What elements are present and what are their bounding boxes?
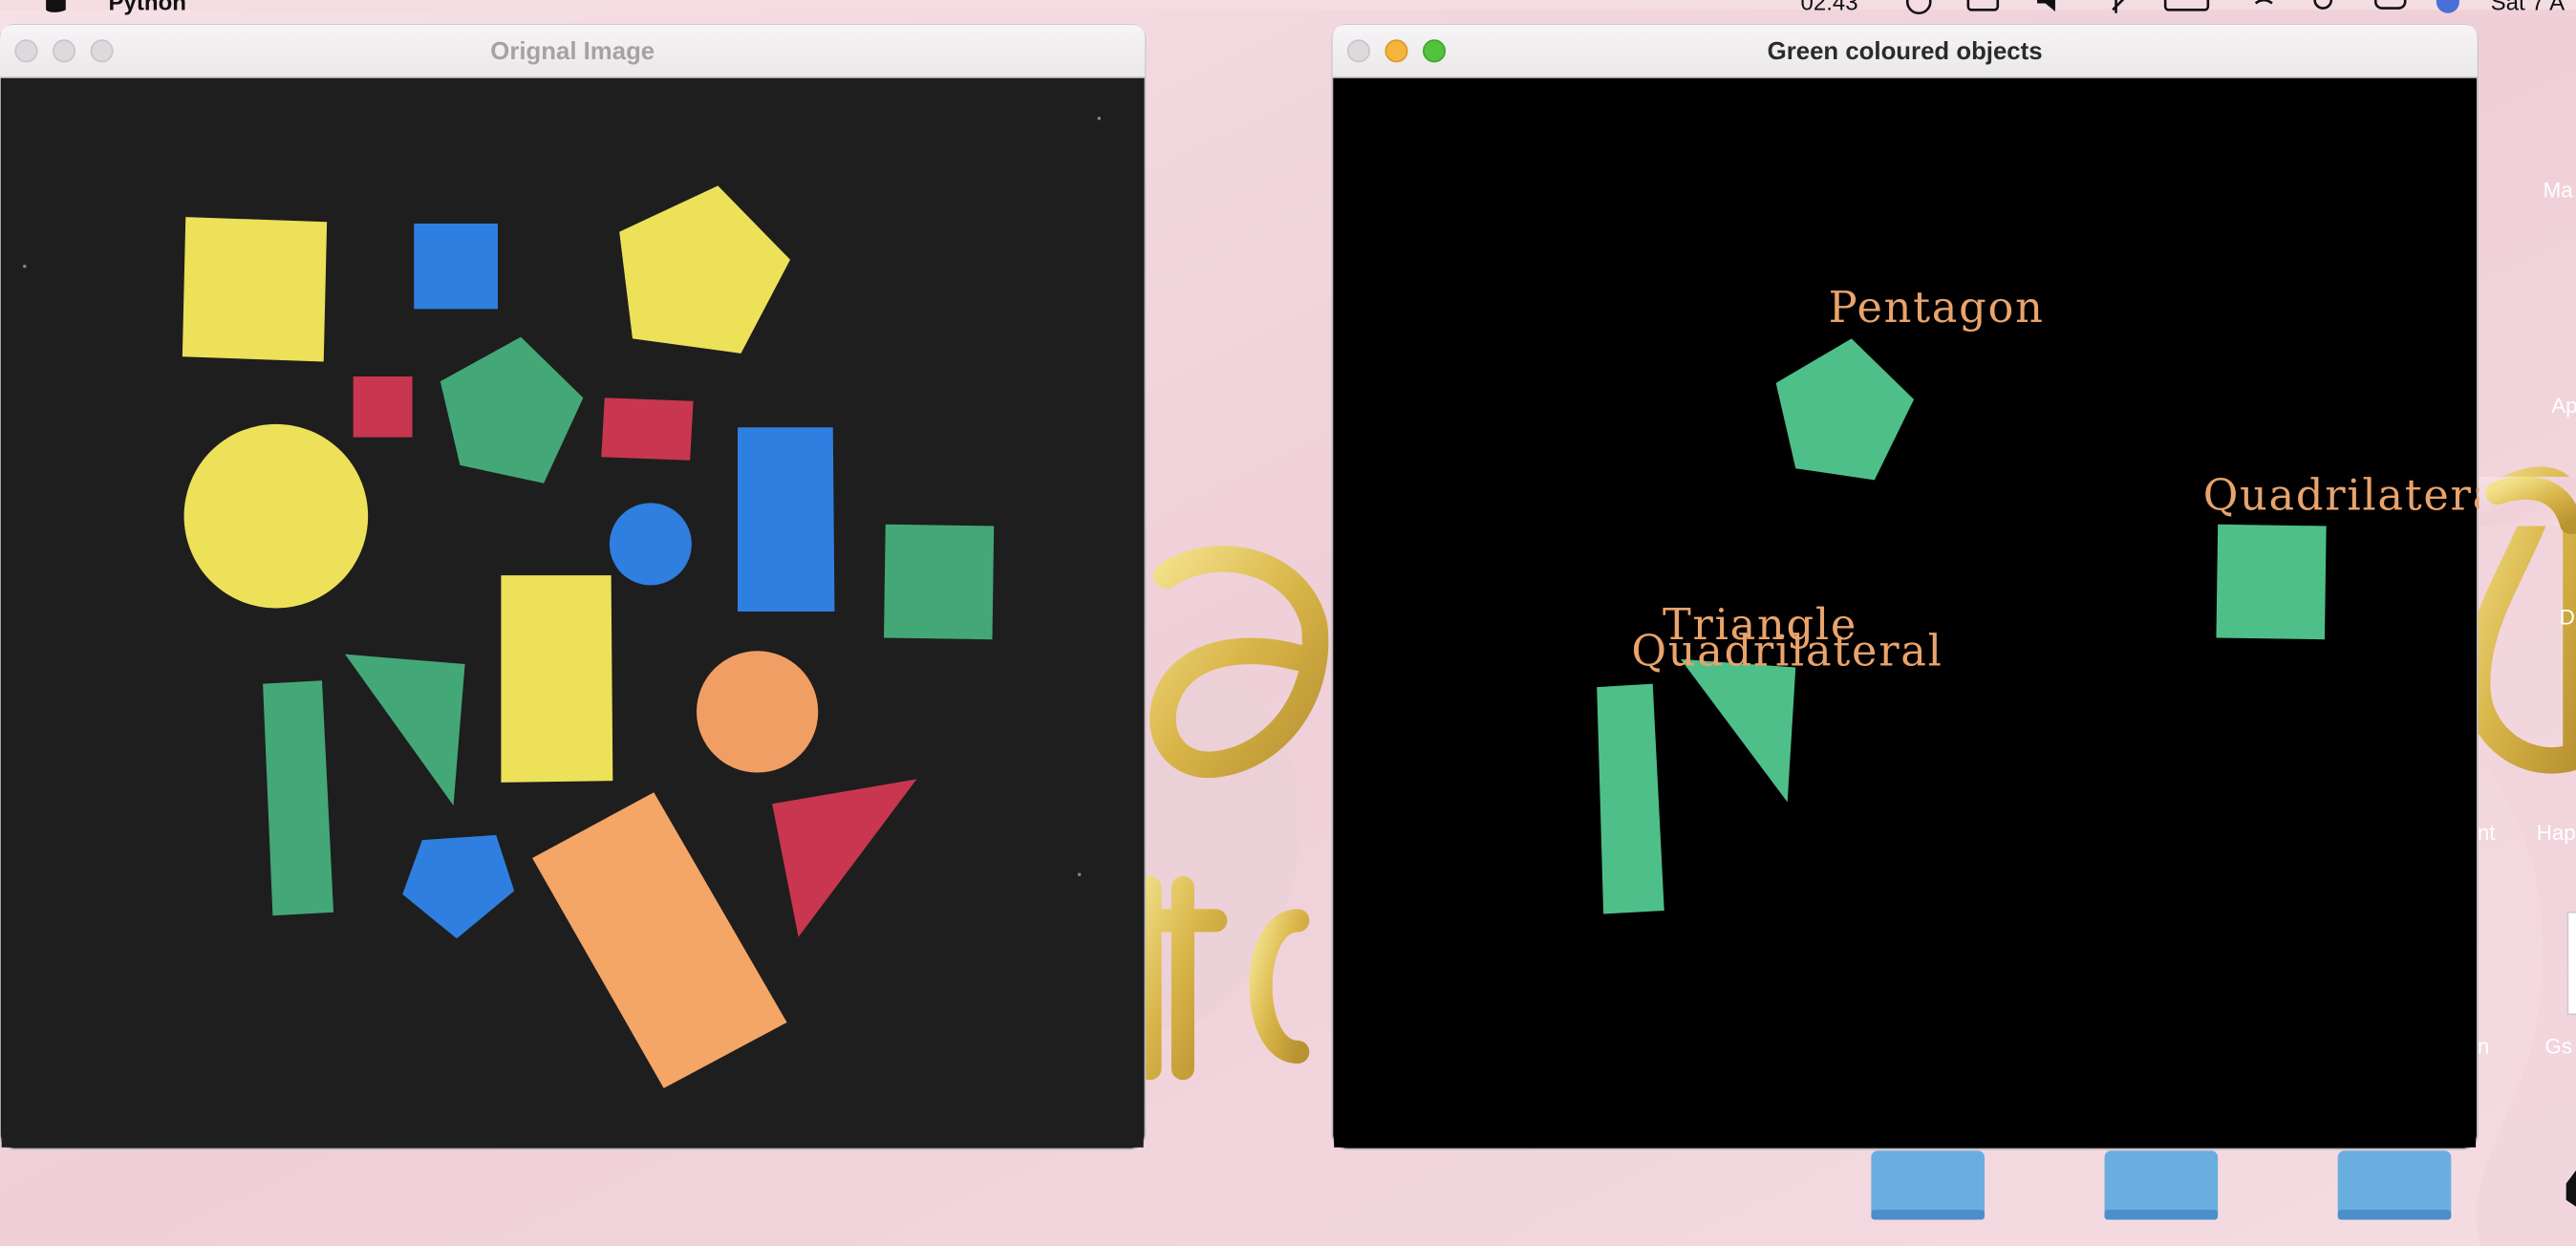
desktop-icon-label[interactable]: nt xyxy=(2478,821,2496,845)
desktop: Python 02:43 Sat 7 A Ma Ap D nt Hap n Gs xyxy=(0,0,2576,1246)
desktop-icon-label[interactable]: Hap xyxy=(2537,821,2576,845)
mask-green-rectangle xyxy=(1597,683,1664,914)
menubar-clock[interactable]: 02:43 xyxy=(1800,0,1857,15)
menubar-app-name[interactable]: Python xyxy=(108,0,186,15)
speck xyxy=(1097,117,1101,120)
close-button[interactable] xyxy=(1346,39,1370,63)
close-button[interactable] xyxy=(14,39,38,63)
folder-shadow xyxy=(1871,1210,1986,1220)
minimize-button[interactable] xyxy=(1385,39,1408,63)
folder-icon[interactable] xyxy=(2104,1150,2219,1220)
yellow-square xyxy=(182,217,328,362)
orange-circle xyxy=(697,651,819,773)
window-title: Green coloured objects xyxy=(1768,38,2043,65)
red-rectangle xyxy=(601,397,694,461)
blue-square xyxy=(414,223,498,310)
minimize-button[interactable] xyxy=(53,39,76,63)
mask-green-square xyxy=(2216,524,2327,640)
folder-icon[interactable] xyxy=(1871,1150,1986,1220)
shape-label-pentagon: Pentagon xyxy=(1829,282,2045,333)
original-image-canvas xyxy=(1,78,1144,1148)
desktop-icon-label[interactable]: Gs xyxy=(2544,1035,2572,1059)
desktop-icon-label[interactable]: n xyxy=(2478,1035,2489,1059)
apple-icon[interactable] xyxy=(46,0,66,12)
folder-shadow xyxy=(2337,1210,2452,1220)
red-square xyxy=(353,376,413,438)
folder-shadow xyxy=(2104,1210,2219,1220)
zoom-button[interactable] xyxy=(90,39,114,63)
green-rectangle xyxy=(263,680,334,916)
yellow-circle xyxy=(183,423,369,609)
speck xyxy=(23,264,27,269)
green-square xyxy=(884,524,995,640)
shape-label-quadrilateral: Quadrilateral xyxy=(2203,469,2515,520)
desktop-icon-label[interactable]: Ap xyxy=(2551,394,2576,418)
menubar-date[interactable]: Sat 7 A xyxy=(2491,0,2565,15)
window-original-image: Orignal Image xyxy=(0,23,1147,1150)
window-title: Orignal Image xyxy=(490,38,655,65)
yellow-rectangle xyxy=(501,575,613,783)
desktop-icon-label[interactable]: Ma xyxy=(2544,178,2574,202)
desktop-folders xyxy=(1871,1150,2452,1220)
blue-rectangle xyxy=(738,427,835,612)
speck xyxy=(1077,872,1082,876)
green-mask-canvas: Pentagon Quadrilateral Triangle Quadrila… xyxy=(1334,78,2515,1148)
zoom-button[interactable] xyxy=(1422,39,1447,63)
desktop-file-icon[interactable] xyxy=(2566,911,2576,1016)
folder-icon[interactable] xyxy=(2337,1150,2452,1220)
desktop-icon-label[interactable]: D xyxy=(2560,606,2575,630)
blue-circle xyxy=(609,503,692,586)
shape-label-quadrilateral: Quadrilateral xyxy=(1631,626,1943,677)
window-green-objects: Green coloured objects Pentagon Quadrila… xyxy=(1331,23,2515,1150)
